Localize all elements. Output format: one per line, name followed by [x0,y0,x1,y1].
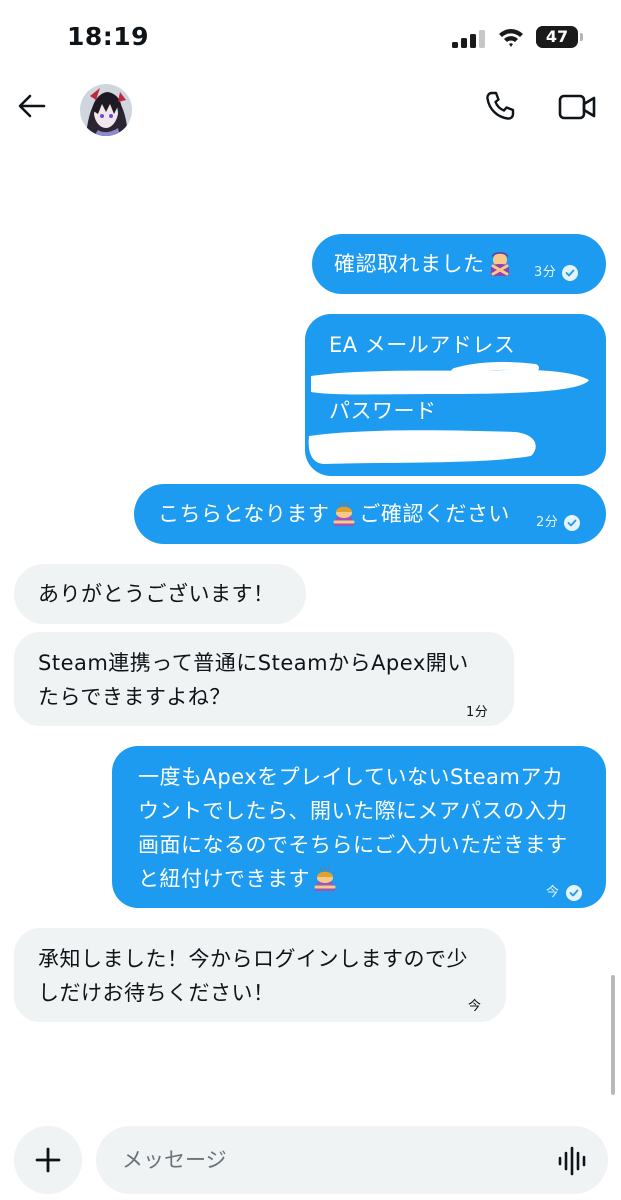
message-text: ご確認ください [359,502,510,526]
message-line: 一度もApexをプレイしていないSteamアカ [138,765,564,789]
avatar[interactable] [80,84,132,136]
outgoing-message[interactable]: 一度もApexをプレイしていないSteamアカ ウントでしたら、開いた際にメアパ… [112,746,606,908]
outgoing-message[interactable]: EA メールアドレス パスワード [305,314,606,476]
add-attachment-button[interactable] [14,1126,82,1194]
incoming-message[interactable]: Steam連携って普通にSteamからApex開い たらできますよね？ 1分 [14,632,514,726]
message-line: しだけお待ちください！ [38,981,275,1005]
message-line: Steam連携って普通にSteamからApex開い [38,651,469,675]
person-bowing-emoji-icon [314,866,336,891]
redaction-scribble [308,361,589,464]
battery-cap [580,33,583,41]
person-bowing-emoji-icon [333,501,355,526]
incoming-message[interactable]: 承知しました！今からログインしますので少 しだけお待ちください！ 今 [14,928,506,1022]
message-meta: 1分 [466,696,488,730]
read-receipt-icon [562,265,579,281]
message-line: 画面になるのでそちらにご入力いただきます [138,833,568,857]
read-receipt-icon [565,885,582,901]
message-meta: 今 [546,876,582,910]
message-line: と紐付けできます [138,867,310,891]
read-receipt-icon [564,515,581,531]
back-button[interactable] [16,90,48,122]
incoming-message[interactable]: ありがとうございます！ [14,564,306,624]
message-time: 3分 [534,265,557,280]
message-line: たらできますよね？ [38,685,231,709]
message-meta: 2分 [536,506,581,540]
message-text: ありがとうございます！ [38,582,275,606]
message-meta: 3分 [534,256,579,290]
cellular-signal-icon [452,30,485,48]
message-time: 今 [468,999,482,1014]
wifi-icon [499,29,523,47]
phone-call-button[interactable] [484,90,516,122]
message-meta: 今 [468,990,482,1024]
person-gesturing-no-emoji-icon [490,252,509,276]
message-line: 承知しました！今からログインしますので少 [38,947,468,971]
message-text: こちらとなります [158,502,330,526]
message-composer [0,1120,621,1200]
plus-icon [35,1147,61,1173]
voice-message-button[interactable] [556,1146,588,1176]
message-time: 1分 [466,705,489,720]
message-input[interactable] [96,1126,608,1194]
message-text: 確認取れました [334,252,485,276]
battery-percentage: 47 [545,27,569,46]
message-line: ウントでしたら、開いた際にメアパスの入力 [138,799,568,823]
status-bar: 18:19 47 [0,0,621,78]
scrollbar[interactable] [611,975,615,1095]
message-time: 今 [546,885,560,900]
outgoing-message[interactable]: 確認取れました 3分 [312,234,606,294]
status-time: 18:19 [67,22,150,51]
chat-header [0,78,621,140]
outgoing-message[interactable]: こちらとなります ご確認ください 2分 [134,484,606,544]
battery-icon: 47 [536,26,578,48]
video-call-button[interactable] [558,92,596,122]
message-time: 2分 [536,515,559,530]
